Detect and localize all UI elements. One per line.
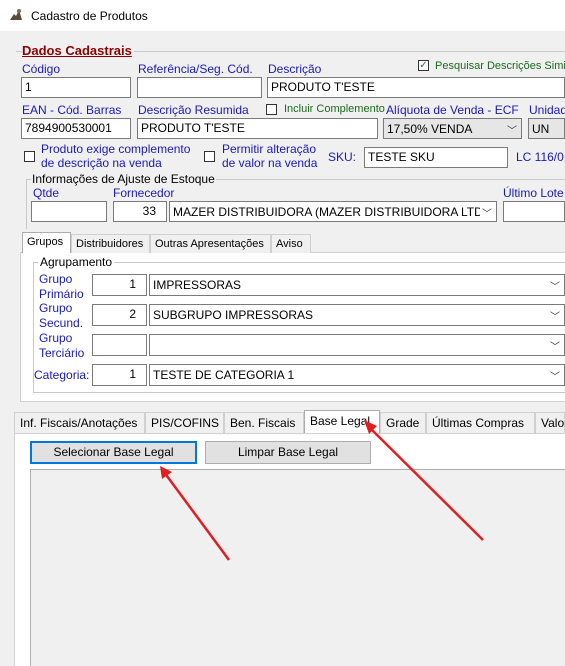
arrow-to-base-legal-tab xyxy=(367,425,484,541)
arrow-head-icon xyxy=(160,466,172,479)
arrow-to-select-button xyxy=(162,471,231,561)
annotation-arrows xyxy=(160,420,484,561)
